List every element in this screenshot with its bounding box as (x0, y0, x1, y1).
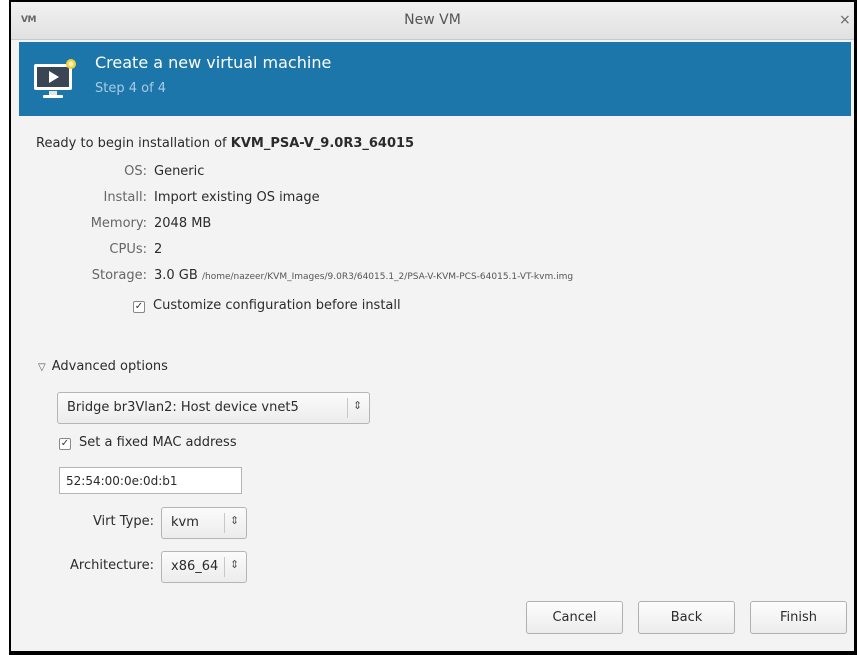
combo-separator (224, 513, 225, 533)
cpus-value: 2 (154, 242, 163, 257)
new-vm-dialog: VM New VM × Create a new virtual machine… (11, 2, 854, 651)
advanced-options-expander[interactable]: ▽ Advanced options (38, 359, 168, 374)
finish-button[interactable]: Finish (750, 601, 847, 634)
network-source-select[interactable]: Bridge br3Vlan2: Host device vnet5 ⇕ (57, 392, 370, 424)
storage-value: 3.0 GB /home/nazeer/KVM_Images/9.0R3/640… (154, 268, 573, 283)
frame-border-bottom (9, 651, 857, 655)
monitor-icon (34, 59, 76, 98)
ready-prefix: Ready to begin installation of (36, 136, 227, 151)
architecture-label: Architecture: (70, 558, 154, 573)
chevron-down-icon: ▽ (38, 362, 46, 373)
advanced-options-label: Advanced options (51, 359, 168, 374)
close-icon[interactable]: × (839, 12, 851, 28)
install-label: Install: (103, 190, 147, 205)
wizard-header: Create a new virtual machine Step 4 of 4 (19, 42, 851, 116)
customize-checkbox[interactable]: ✓ (133, 301, 145, 313)
ready-text: Ready to begin installation of KVM_PSA-V… (36, 136, 414, 151)
fixed-mac-checkbox[interactable]: ✓ (59, 438, 71, 450)
window-title: New VM (404, 12, 461, 28)
wizard-step: Step 4 of 4 (95, 81, 167, 96)
mac-address-field[interactable] (59, 467, 242, 494)
install-value: Import existing OS image (154, 190, 320, 205)
updown-arrows-icon: ⇕ (230, 514, 240, 527)
fixed-mac-label[interactable]: Set a fixed MAC address (79, 435, 237, 450)
combo-separator (224, 557, 225, 577)
architecture-select[interactable]: x86_64 ⇕ (161, 551, 247, 583)
screenshot-frame: VM New VM × Create a new virtual machine… (0, 0, 858, 655)
combo-separator (347, 398, 348, 418)
vm-name: KVM_PSA-V_9.0R3_64015 (230, 136, 415, 151)
virt-type-select[interactable]: kvm ⇕ (161, 507, 247, 539)
virt-type-label: Virt Type: (92, 514, 154, 529)
memory-label: Memory: (90, 216, 147, 231)
os-value: Generic (154, 164, 205, 179)
network-source-value: Bridge br3Vlan2: Host device vnet5 (67, 400, 299, 415)
updown-arrows-icon: ⇕ (353, 399, 363, 412)
title-bar[interactable]: VM New VM × (11, 2, 854, 40)
cancel-button[interactable]: Cancel (526, 601, 623, 634)
storage-size: 3.0 GB (154, 268, 198, 283)
storage-path: /home/nazeer/KVM_Images/9.0R3/64015.1_2/… (201, 272, 574, 282)
virt-type-value: kvm (171, 515, 199, 530)
storage-label: Storage: (91, 268, 147, 283)
wizard-title: Create a new virtual machine (95, 53, 332, 72)
architecture-value: x86_64 (171, 559, 219, 574)
customize-label[interactable]: Customize configuration before install (153, 298, 401, 313)
cpus-label: CPUs: (109, 242, 147, 257)
memory-value: 2048 MB (154, 216, 212, 231)
back-button[interactable]: Back (638, 601, 735, 634)
frame-border-right (854, 0, 857, 655)
os-label: OS: (124, 164, 147, 179)
updown-arrows-icon: ⇕ (230, 558, 240, 571)
